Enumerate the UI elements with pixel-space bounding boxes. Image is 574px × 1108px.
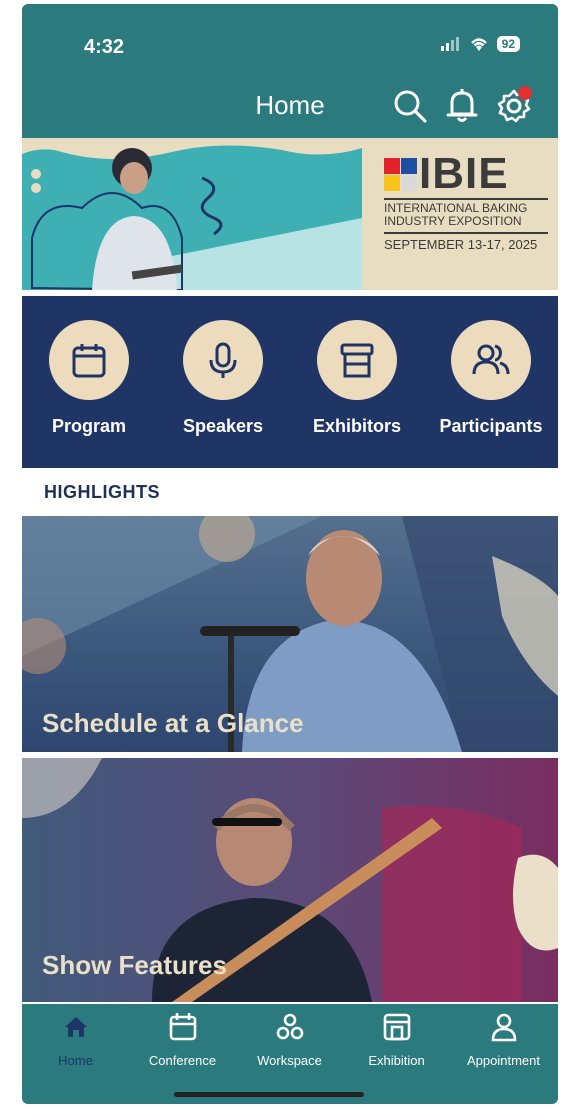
tab-label: Exhibition (368, 1053, 425, 1068)
tab-workspace[interactable]: Workspace (236, 1012, 343, 1068)
quicknav-exhibitors[interactable]: Exhibitors (290, 320, 424, 437)
quicknav-label: Exhibitors (312, 416, 401, 436)
tab-home[interactable]: Home (22, 1012, 129, 1068)
logo-line-2: INDUSTRY EXPOSITION (384, 214, 522, 228)
exhibition-icon (383, 1013, 410, 1041)
people-icon (472, 344, 510, 375)
home-icon (64, 1017, 87, 1037)
quicknav-label: Speakers (182, 416, 264, 436)
home-indicator[interactable] (174, 1092, 364, 1097)
tab-label: Home (58, 1053, 93, 1068)
quicknav-program[interactable]: Program (22, 320, 156, 437)
top-bar: 4:32 92 Home (22, 4, 558, 138)
logo-wordmark: IBIE (419, 149, 509, 198)
tab-appointment[interactable]: Appointment (450, 1012, 557, 1068)
search-button[interactable] (390, 86, 430, 126)
microphone-icon (209, 342, 237, 378)
wifi-icon (470, 38, 487, 51)
notifications-button[interactable] (442, 86, 482, 126)
highlights-heading: HIGHLIGHTS (44, 482, 160, 502)
card-title: Schedule at a Glance (42, 708, 304, 738)
person-icon (491, 1013, 516, 1042)
logo-tagline: INTERNATIONAL BAKING INDUSTRY EXPOSITION (384, 198, 548, 228)
event-banner[interactable]: IBIE INTERNATIONAL BAKING INDUSTRY EXPOS… (22, 138, 558, 290)
quick-navigation: Program Speakers Exhibitors Participants (22, 296, 558, 468)
workspace-icon (276, 1013, 303, 1040)
tab-label: Appointment (467, 1053, 540, 1068)
quicknav-label: Program (51, 416, 127, 436)
highlight-card-features[interactable]: Show Features (22, 758, 558, 1002)
calendar-icon (72, 344, 106, 378)
event-dates: SEPTEMBER 13-17, 2025 (384, 232, 548, 252)
ibie-logo: IBIE INTERNATIONAL BAKING INDUSTRY EXPOS… (384, 149, 548, 252)
tab-conference[interactable]: Conference (129, 1012, 236, 1068)
calendar-icon (169, 1013, 196, 1041)
tab-label: Conference (148, 1053, 217, 1068)
quicknav-participants[interactable]: Participants (424, 320, 558, 437)
banner-illustration (22, 138, 362, 290)
quicknav-speakers[interactable]: Speakers (156, 320, 290, 437)
tab-exhibition[interactable]: Exhibition (343, 1012, 450, 1068)
signal-icon (440, 37, 459, 51)
logo-squares (384, 157, 417, 191)
status-indicators: 92 (440, 36, 520, 52)
quicknav-label: Participants (439, 416, 543, 436)
participants-icon-circle (451, 320, 531, 400)
baker-illustration (22, 138, 362, 290)
exhibitors-icon-circle (317, 320, 397, 400)
bottom-tab-bar: Home Conference Workspace Exhibition App… (22, 1004, 558, 1104)
booth-icon (340, 343, 374, 378)
bell-icon (446, 89, 478, 122)
card-title: Show Features (42, 950, 227, 980)
speakers-icon-circle (183, 320, 263, 400)
program-icon-circle (49, 320, 129, 400)
settings-button[interactable] (494, 86, 534, 126)
battery-indicator: 92 (496, 36, 520, 52)
app-screen: 4:32 92 Home IBIE INTERNATIONAL BAKING I… (22, 4, 558, 1104)
status-time: 4:32 (84, 36, 125, 58)
highlight-card-schedule[interactable]: Schedule at a Glance (22, 516, 558, 752)
settings-badge (518, 86, 532, 100)
tab-label: Workspace (257, 1053, 322, 1068)
search-icon (394, 90, 427, 123)
